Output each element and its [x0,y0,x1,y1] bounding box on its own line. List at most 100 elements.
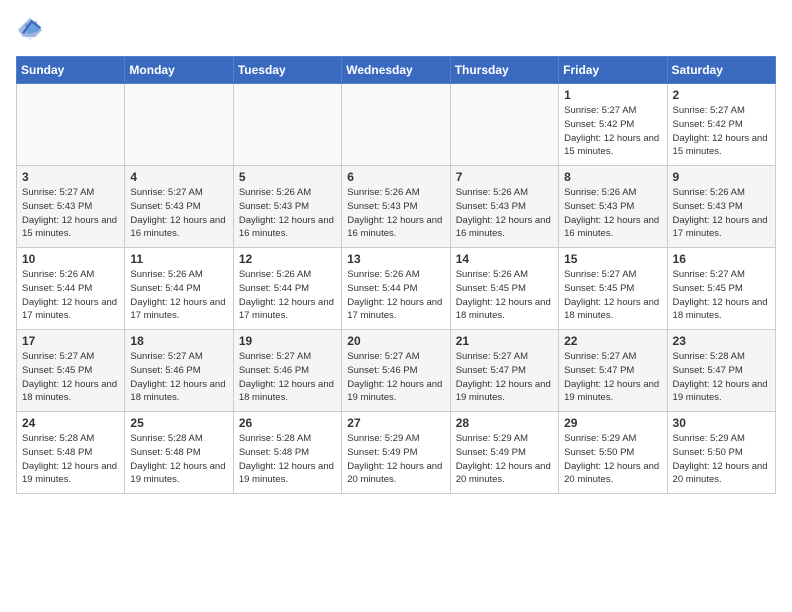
day-number: 27 [347,416,444,430]
day-info: Sunrise: 5:26 AM Sunset: 5:44 PM Dayligh… [22,268,119,323]
day-info: Sunrise: 5:29 AM Sunset: 5:50 PM Dayligh… [673,432,770,487]
day-cell [342,84,450,166]
day-number: 1 [564,88,661,102]
day-info: Sunrise: 5:27 AM Sunset: 5:43 PM Dayligh… [130,186,227,241]
week-row-4: 17 Sunrise: 5:27 AM Sunset: 5:45 PM Dayli… [17,330,776,412]
day-cell: 5Sunrise: 5:26 AM Sunset: 5:43 PM Daylig… [233,166,341,248]
weekday-header-wednesday: Wednesday [342,57,450,84]
day-cell: 22 Sunrise: 5:27 AM Sunset: 5:47 PM Dayli… [559,330,667,412]
weekday-header-friday: Friday [559,57,667,84]
day-cell [125,84,233,166]
day-info: Sunrise: 5:29 AM Sunset: 5:50 PM Dayligh… [564,432,661,487]
week-row-3: 10 Sunrise: 5:26 AM Sunset: 5:44 PM Dayli… [17,248,776,330]
day-number: 22 [564,334,661,348]
weekday-header-thursday: Thursday [450,57,558,84]
day-info: Sunrise: 5:27 AM Sunset: 5:46 PM Dayligh… [347,350,444,405]
day-number: 29 [564,416,661,430]
day-cell: 23 Sunrise: 5:28 AM Sunset: 5:47 PM Dayli… [667,330,775,412]
day-info: Sunrise: 5:29 AM Sunset: 5:49 PM Dayligh… [347,432,444,487]
logo-icon [16,16,44,44]
day-number: 11 [130,252,227,266]
day-number: 7 [456,170,553,184]
day-number: 24 [22,416,119,430]
weekday-header-monday: Monday [125,57,233,84]
day-number: 20 [347,334,444,348]
day-cell: 30 Sunrise: 5:29 AM Sunset: 5:50 PM Dayli… [667,412,775,494]
day-number: 21 [456,334,553,348]
day-info: Sunrise: 5:28 AM Sunset: 5:48 PM Dayligh… [239,432,336,487]
day-number: 25 [130,416,227,430]
day-info: Sunrise: 5:27 AM Sunset: 5:47 PM Dayligh… [456,350,553,405]
day-number: 30 [673,416,770,430]
day-cell: 1Sunrise: 5:27 AM Sunset: 5:42 PM Daylig… [559,84,667,166]
day-cell: 18 Sunrise: 5:27 AM Sunset: 5:46 PM Dayli… [125,330,233,412]
day-info: Sunrise: 5:27 AM Sunset: 5:46 PM Dayligh… [130,350,227,405]
day-info: Sunrise: 5:27 AM Sunset: 5:45 PM Dayligh… [673,268,770,323]
day-cell: 13 Sunrise: 5:26 AM Sunset: 5:44 PM Dayli… [342,248,450,330]
day-number: 4 [130,170,227,184]
page-header [16,16,776,44]
day-cell: 3 Sunrise: 5:27 AM Sunset: 5:43 PM Daylig… [17,166,125,248]
day-cell: 6 Sunrise: 5:26 AM Sunset: 5:43 PM Daylig… [342,166,450,248]
day-cell: 29 Sunrise: 5:29 AM Sunset: 5:50 PM Dayli… [559,412,667,494]
day-number: 6 [347,170,444,184]
day-cell: 25 Sunrise: 5:28 AM Sunset: 5:48 PM Dayli… [125,412,233,494]
day-cell: 20 Sunrise: 5:27 AM Sunset: 5:46 PM Dayli… [342,330,450,412]
day-number: 28 [456,416,553,430]
day-info: Sunrise: 5:27 AM Sunset: 5:42 PM Dayligh… [673,104,770,159]
day-cell [17,84,125,166]
day-number: 12 [239,252,336,266]
day-cell: 15Sunrise: 5:27 AM Sunset: 5:45 PM Dayli… [559,248,667,330]
day-cell: 4 Sunrise: 5:27 AM Sunset: 5:43 PM Daylig… [125,166,233,248]
weekday-header-tuesday: Tuesday [233,57,341,84]
day-cell: 17 Sunrise: 5:27 AM Sunset: 5:45 PM Dayli… [17,330,125,412]
logo [16,16,48,44]
day-info: Sunrise: 5:27 AM Sunset: 5:43 PM Dayligh… [22,186,119,241]
day-info: Sunrise: 5:26 AM Sunset: 5:43 PM Dayligh… [673,186,770,241]
day-info: Sunrise: 5:26 AM Sunset: 5:43 PM Dayligh… [239,186,336,241]
day-info: Sunrise: 5:27 AM Sunset: 5:45 PM Dayligh… [22,350,119,405]
day-cell [450,84,558,166]
day-number: 19 [239,334,336,348]
day-cell: 26 Sunrise: 5:28 AM Sunset: 5:48 PM Dayli… [233,412,341,494]
day-number: 8 [564,170,661,184]
day-number: 26 [239,416,336,430]
day-number: 23 [673,334,770,348]
day-number: 18 [130,334,227,348]
week-row-2: 3 Sunrise: 5:27 AM Sunset: 5:43 PM Daylig… [17,166,776,248]
day-info: Sunrise: 5:28 AM Sunset: 5:48 PM Dayligh… [130,432,227,487]
weekday-header-row: SundayMondayTuesdayWednesdayThursdayFrid… [17,57,776,84]
day-cell: 8 Sunrise: 5:26 AM Sunset: 5:43 PM Daylig… [559,166,667,248]
day-info: Sunrise: 5:26 AM Sunset: 5:43 PM Dayligh… [347,186,444,241]
day-info: Sunrise: 5:26 AM Sunset: 5:43 PM Dayligh… [564,186,661,241]
weekday-header-sunday: Sunday [17,57,125,84]
day-number: 10 [22,252,119,266]
week-row-1: 1 Sunrise: 5:27 AM Sunset: 5:42 PM Daylig… [17,84,776,166]
day-cell: 28Sunrise: 5:29 AM Sunset: 5:49 PM Dayli… [450,412,558,494]
day-info: Sunrise: 5:27 AM Sunset: 5:47 PM Dayligh… [564,350,661,405]
day-number: 13 [347,252,444,266]
day-cell [233,84,341,166]
day-info: Sunrise: 5:28 AM Sunset: 5:48 PM Dayligh… [22,432,119,487]
day-cell: 9 Sunrise: 5:26 AM Sunset: 5:43 PM Daylig… [667,166,775,248]
week-row-5: 24 Sunrise: 5:28 AM Sunset: 5:48 PM Dayli… [17,412,776,494]
day-info: Sunrise: 5:26 AM Sunset: 5:45 PM Dayligh… [456,268,553,323]
day-cell: 12 Sunrise: 5:26 AM Sunset: 5:44 PM Dayli… [233,248,341,330]
day-cell: 2Sunrise: 5:27 AM Sunset: 5:42 PM Daylig… [667,84,775,166]
day-info: Sunrise: 5:26 AM Sunset: 5:44 PM Dayligh… [239,268,336,323]
day-cell: 24 Sunrise: 5:28 AM Sunset: 5:48 PM Dayli… [17,412,125,494]
day-cell: 10 Sunrise: 5:26 AM Sunset: 5:44 PM Dayli… [17,248,125,330]
day-number: 14 [456,252,553,266]
day-number: 9 [673,170,770,184]
day-cell: 7Sunrise: 5:26 AM Sunset: 5:43 PM Daylig… [450,166,558,248]
day-number: 17 [22,334,119,348]
day-info: Sunrise: 5:27 AM Sunset: 5:46 PM Dayligh… [239,350,336,405]
calendar-table: SundayMondayTuesdayWednesdayThursdayFrid… [16,56,776,494]
day-cell: 14 Sunrise: 5:26 AM Sunset: 5:45 PM Dayli… [450,248,558,330]
day-cell: 27 Sunrise: 5:29 AM Sunset: 5:49 PM Dayli… [342,412,450,494]
day-info: Sunrise: 5:26 AM Sunset: 5:44 PM Dayligh… [130,268,227,323]
day-info: Sunrise: 5:26 AM Sunset: 5:44 PM Dayligh… [347,268,444,323]
day-number: 3 [22,170,119,184]
day-info: Sunrise: 5:28 AM Sunset: 5:47 PM Dayligh… [673,350,770,405]
day-cell: 21 Sunrise: 5:27 AM Sunset: 5:47 PM Dayli… [450,330,558,412]
